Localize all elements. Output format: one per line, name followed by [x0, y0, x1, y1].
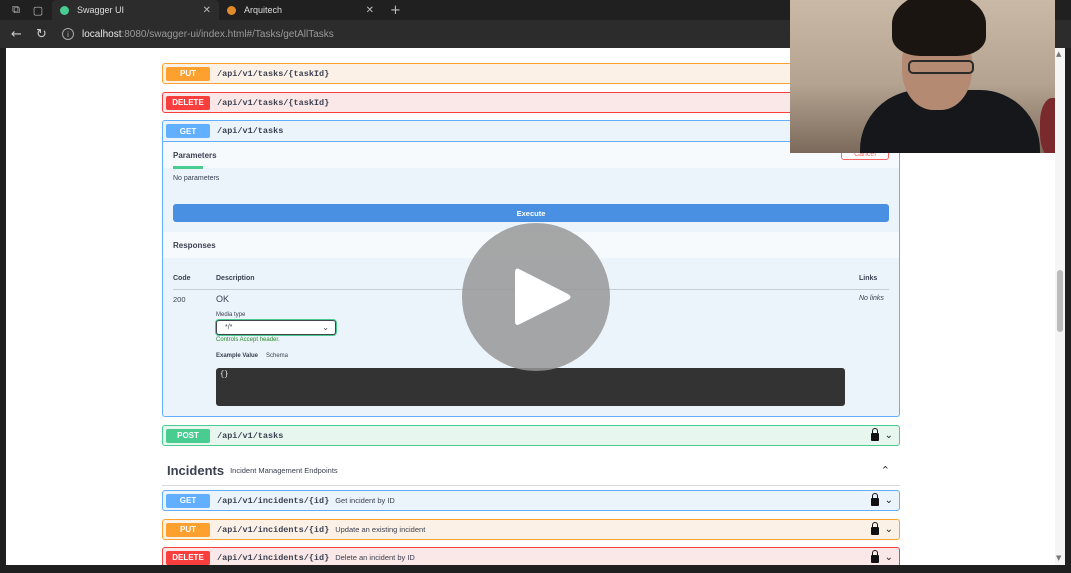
incidents-description: Incident Management Endpoints: [230, 466, 338, 475]
back-arrow-icon[interactable]: ←: [11, 27, 25, 42]
tab-arquitech[interactable]: Arquitech ✕: [219, 0, 382, 20]
tab-title: Arquitech: [244, 5, 283, 15]
tab-parameters[interactable]: Parameters: [173, 142, 217, 169]
operation-path: /api/v1/tasks/{taskId}: [217, 68, 330, 79]
scroll-up-icon[interactable]: ▲: [1056, 50, 1061, 58]
method-badge: DELETE: [166, 550, 210, 565]
site-info-icon[interactable]: i: [62, 28, 74, 40]
new-tab-icon[interactable]: +: [390, 3, 401, 18]
operation-path: /api/v1/tasks: [217, 430, 284, 441]
method-badge: POST: [166, 428, 210, 443]
operation-post-task[interactable]: POST /api/v1/tasks ⌄: [162, 425, 900, 446]
execute-button[interactable]: Execute: [173, 204, 889, 222]
operation-path: /api/v1/tasks/{taskId}: [217, 97, 330, 108]
parameters-header: Parameters Cancel: [163, 142, 899, 169]
scroll-down-icon[interactable]: ▼: [1056, 554, 1061, 562]
operation-summary: Update an existing incident: [335, 525, 426, 534]
column-description: Description: [216, 275, 255, 282]
tab-schema[interactable]: Schema: [266, 353, 288, 359]
method-badge: DELETE: [166, 95, 210, 110]
operation-get-tasks-header[interactable]: GET /api/v1/tasks: [163, 121, 899, 142]
workspaces-icon[interactable]: ⧉: [10, 3, 22, 16]
tab-actions-icon[interactable]: ▢: [32, 4, 44, 17]
media-type-select[interactable]: */* ⌄: [216, 320, 336, 335]
operation-path: /api/v1/incidents/{id}: [217, 552, 330, 563]
chevron-down-icon: ⌄: [322, 323, 329, 332]
tab-example-value[interactable]: Example Value: [216, 353, 258, 359]
method-badge: GET: [166, 493, 210, 508]
operation-path: /api/v1/tasks: [217, 126, 284, 136]
method-badge: GET: [166, 124, 210, 138]
responses-title: Responses: [173, 240, 216, 250]
close-tab-icon[interactable]: ✕: [366, 5, 374, 16]
operation-path: /api/v1/incidents/{id}: [217, 495, 330, 506]
example-json: {}: [220, 371, 229, 379]
method-badge: PUT: [166, 522, 210, 537]
operation-summary: Get incident by ID: [335, 496, 395, 505]
lock-icon[interactable]: [870, 522, 879, 535]
operation-get-incident[interactable]: GET /api/v1/incidents/{id} Get incident …: [162, 490, 900, 511]
controls-accept-note: Controls Accept header.: [216, 337, 280, 343]
arquitech-favicon-icon: [227, 5, 236, 15]
scroll-thumb[interactable]: [1057, 270, 1063, 332]
incidents-section-header[interactable]: Incidents Incident Management Endpoints …: [162, 456, 900, 486]
operation-delete-incident[interactable]: DELETE /api/v1/incidents/{id} Delete an …: [162, 547, 900, 565]
window-bottom-edge: [0, 565, 1071, 573]
operation-put-incident[interactable]: PUT /api/v1/incidents/{id} Update an exi…: [162, 519, 900, 540]
url-path: :8080/swagger-ui/index.html#/Tasks/getAl…: [121, 28, 334, 40]
page-scrollbar[interactable]: ▲ ▼: [1055, 48, 1065, 565]
webcam-overlay: [790, 0, 1055, 153]
url-host: localhost: [82, 28, 122, 40]
lock-icon[interactable]: [870, 428, 879, 441]
reload-icon[interactable]: ↻: [36, 27, 50, 42]
chevron-down-icon[interactable]: ⌄: [885, 495, 893, 506]
no-parameters-text: No parameters: [173, 175, 220, 182]
tab-title: Swagger UI: [77, 5, 125, 15]
chevron-down-icon[interactable]: ⌄: [885, 524, 893, 535]
video-play-button[interactable]: [462, 223, 610, 371]
close-tab-icon[interactable]: ✕: [203, 5, 211, 16]
response-code: 200: [173, 295, 186, 304]
chevron-down-icon[interactable]: ⌄: [885, 430, 893, 441]
lock-icon[interactable]: [870, 550, 879, 563]
incidents-title: Incidents: [167, 463, 225, 478]
operation-summary: Delete an incident by ID: [335, 553, 415, 562]
response-links: No links: [859, 295, 884, 302]
webcam-object: [1040, 98, 1055, 153]
presenter-hair: [892, 0, 986, 56]
column-code: Code: [173, 275, 191, 282]
media-type-label: Media type: [216, 312, 246, 318]
media-type-value: */*: [225, 324, 233, 331]
operation-path: /api/v1/incidents/{id}: [217, 524, 330, 535]
method-badge: PUT: [166, 66, 210, 81]
tab-swagger-ui[interactable]: Swagger UI ✕: [52, 0, 219, 20]
response-description: OK: [216, 294, 230, 304]
column-links: Links: [859, 275, 878, 282]
chevron-up-icon[interactable]: ⌃: [881, 464, 890, 477]
play-icon: [515, 268, 571, 325]
presenter-glasses: [908, 60, 974, 74]
swagger-favicon-icon: [60, 5, 69, 15]
chevron-down-icon[interactable]: ⌄: [885, 552, 893, 563]
lock-icon[interactable]: [870, 493, 879, 506]
example-value-code: {}: [216, 368, 845, 406]
